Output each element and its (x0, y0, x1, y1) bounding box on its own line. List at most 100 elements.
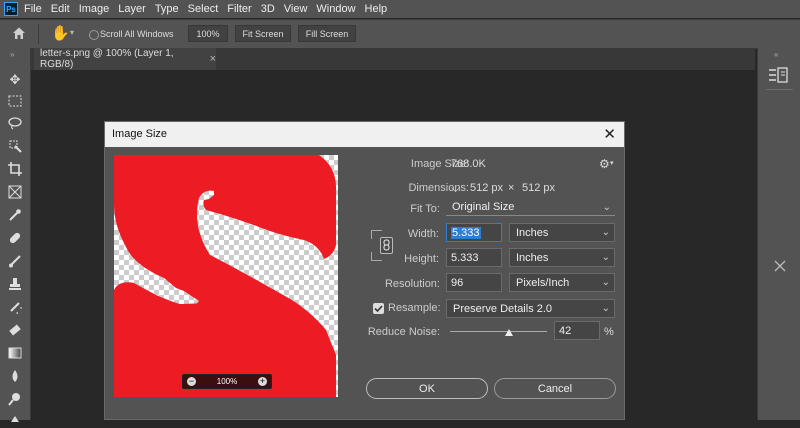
divider (38, 24, 39, 44)
height-unit-select[interactable]: Inches ⌄ (509, 248, 615, 267)
reduce-noise-label: Reduce Noise: (367, 326, 440, 338)
panel-collapse-icon[interactable]: « (774, 50, 778, 59)
resample-select[interactable]: Preserve Details 2.0 ⌄ (446, 299, 615, 318)
reduce-noise-slider[interactable] (450, 329, 547, 336)
resample-checkbox[interactable] (373, 303, 384, 314)
zoom-in-icon[interactable]: + (258, 377, 267, 386)
lasso-tool-icon[interactable] (7, 116, 23, 132)
width-value: 5.333 (451, 226, 481, 239)
close-icon[interactable]: ✕ (603, 125, 616, 143)
fit-screen-button[interactable]: Fit Screen (235, 25, 291, 42)
menu-help[interactable]: Help (365, 3, 388, 15)
menu-image[interactable]: Image (79, 3, 110, 15)
dimensions-width: 512 px (470, 182, 504, 194)
dialog-titlebar: Image Size ✕ (105, 122, 624, 147)
divider (766, 89, 793, 90)
history-brush-tool-icon[interactable] (7, 300, 26, 317)
slider-thumb[interactable] (504, 329, 513, 336)
close-icon[interactable]: × (210, 53, 216, 65)
chevron-down-icon[interactable]: ▾ (70, 28, 74, 37)
hand-tool-icon[interactable]: ✋ (51, 24, 70, 42)
eraser-tool-icon[interactable] (7, 323, 23, 339)
chevron-down-icon: ⌄ (601, 303, 610, 314)
reduce-noise-unit: % (604, 326, 614, 338)
dialog-title: Image Size (112, 128, 168, 140)
resample-label: Resample: (388, 302, 441, 314)
reduce-noise-input[interactable]: 42 (554, 321, 600, 340)
marquee-tool-icon[interactable] (7, 95, 23, 111)
pen-tool-icon[interactable] (7, 412, 23, 428)
clone-stamp-tool-icon[interactable] (7, 277, 23, 293)
height-input[interactable]: 5.333 (446, 248, 502, 267)
home-icon[interactable] (12, 26, 26, 40)
menu-type[interactable]: Type (155, 3, 179, 15)
dimensions-x: × (508, 182, 515, 194)
fit-to-select[interactable]: Original Size ⌄ (446, 199, 615, 216)
right-panel-dock: « (757, 48, 800, 420)
eyedropper-tool-icon[interactable] (7, 208, 23, 224)
height-value: 5.333 (451, 251, 479, 264)
scroll-all-label: Scroll All Windows (100, 29, 174, 39)
width-unit-value: Inches (516, 226, 549, 239)
menu-layer[interactable]: Layer (118, 3, 146, 15)
preview-zoom-value: 100% (216, 377, 238, 386)
blur-tool-icon[interactable] (7, 369, 23, 385)
chevron-down-icon: ⌄ (601, 227, 610, 238)
width-label: Width: (407, 228, 439, 240)
slider-track (450, 331, 547, 332)
resolution-input[interactable]: 96 (446, 273, 502, 292)
letter-s-preview (114, 155, 336, 397)
resample-value: Preserve Details 2.0 (453, 302, 553, 315)
menu-filter[interactable]: Filter (227, 3, 251, 15)
preview-zoom-control: − 100% + (182, 374, 272, 389)
width-input[interactable]: 5.333 (446, 223, 502, 242)
options-bar: ✋ ▾ Scroll All Windows 100% Fit Screen F… (0, 19, 800, 49)
photoshop-logo-icon[interactable]: Ps (4, 2, 18, 16)
chevron-down-icon: ⌄ (601, 277, 610, 288)
cancel-button[interactable]: Cancel (494, 378, 616, 399)
properties-panel-icon[interactable] (767, 66, 789, 84)
ok-button[interactable]: OK (366, 378, 488, 399)
image-size-dialog: Image Size ✕ − 100% + Image Size: 768.0K… (104, 121, 625, 420)
image-preview[interactable]: − 100% + (114, 155, 338, 397)
resolution-unit-select[interactable]: Pixels/Inch ⌄ (509, 273, 615, 292)
chevron-down-icon[interactable]: ▾ (610, 159, 614, 167)
zoom-out-icon[interactable]: − (187, 377, 196, 386)
menu-bar: Ps File Edit Image Layer Type Select Fil… (0, 0, 800, 18)
width-unit-select[interactable]: Inches ⌄ (509, 223, 615, 242)
healing-brush-tool-icon[interactable] (7, 231, 23, 247)
dimensions-dropdown-icon[interactable]: ⌵ (451, 181, 460, 196)
document-tab[interactable]: letter-s.png @ 100% (Layer 1, RGB/8) × (34, 48, 216, 70)
menu-window[interactable]: Window (316, 3, 355, 15)
fill-screen-button[interactable]: Fill Screen (298, 25, 356, 42)
adjustments-panel-icon[interactable] (774, 260, 786, 272)
height-label: Height: (404, 253, 439, 265)
menu-view[interactable]: View (284, 3, 308, 15)
panel-collapse-icon[interactable]: » (10, 50, 14, 59)
scroll-all-checkbox[interactable] (89, 30, 99, 40)
tools-panel: » ✥ (0, 48, 31, 422)
dimensions-height: 512 px (522, 182, 556, 194)
menu-3d[interactable]: 3D (261, 3, 275, 15)
document-tab-title: letter-s.png @ 100% (Layer 1, RGB/8) (40, 48, 174, 70)
zoom-100-button[interactable]: 100% (188, 25, 228, 42)
image-size-value: 768.0K (451, 158, 486, 170)
gear-icon[interactable]: ⚙ (599, 157, 610, 171)
move-tool-icon[interactable]: ✥ (7, 72, 23, 88)
chevron-down-icon: ⌄ (602, 202, 611, 213)
gradient-tool-icon[interactable] (7, 346, 23, 362)
height-unit-value: Inches (516, 251, 549, 264)
fit-to-label: Fit To: (410, 203, 440, 215)
dodge-tool-icon[interactable] (7, 392, 23, 408)
brush-tool-icon[interactable] (7, 254, 23, 270)
resolution-unit-value: Pixels/Inch (516, 276, 570, 289)
frame-tool-icon[interactable] (7, 185, 23, 201)
crop-tool-icon[interactable] (7, 162, 23, 178)
menu-select[interactable]: Select (188, 3, 219, 15)
fit-to-value: Original Size (452, 201, 515, 213)
menu-edit[interactable]: Edit (51, 3, 70, 15)
menu-file[interactable]: File (24, 3, 42, 15)
quick-selection-tool-icon[interactable] (7, 139, 23, 155)
resolution-label: Resolution: (384, 278, 440, 290)
chevron-down-icon: ⌄ (601, 252, 610, 263)
